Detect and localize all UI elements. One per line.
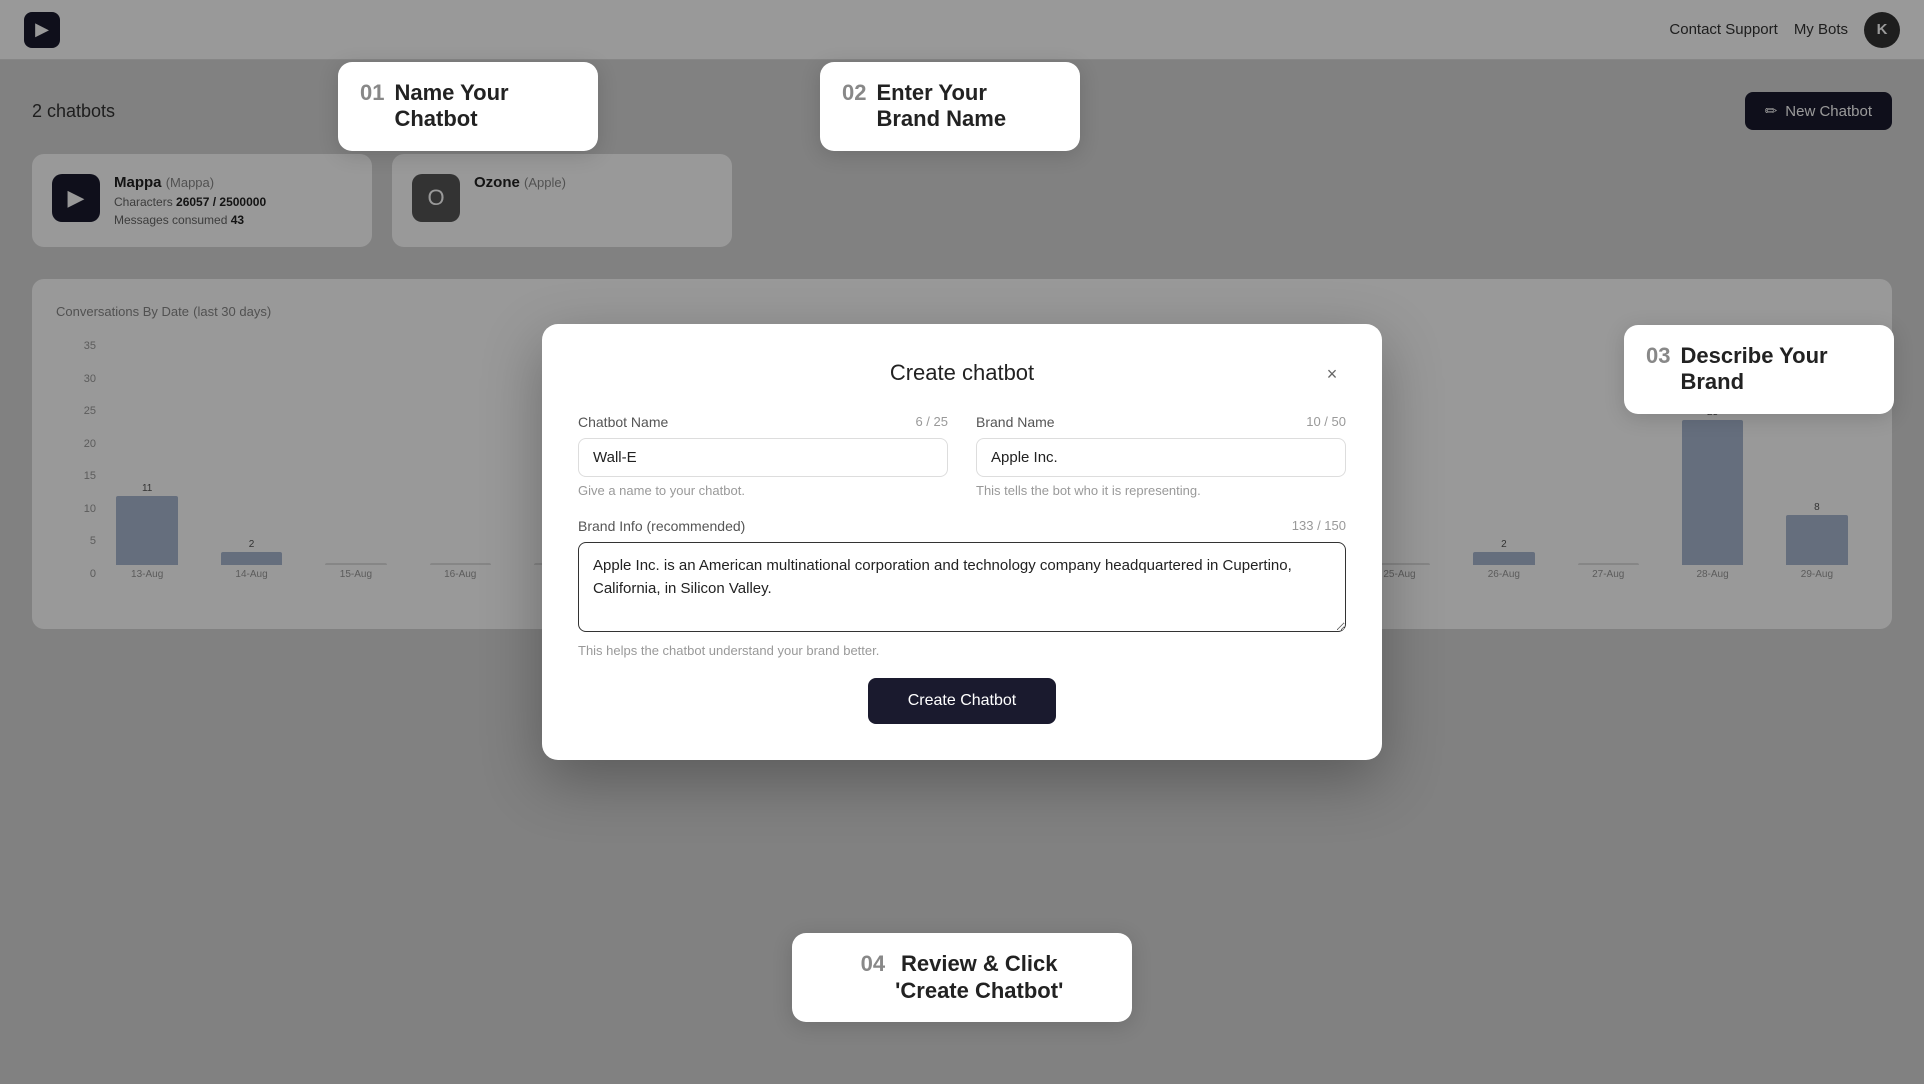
chatbot-name-field: Chatbot Name 6 / 25 Give a name to your … — [578, 414, 948, 498]
callout-02-text: Enter YourBrand Name — [876, 80, 1006, 133]
callout-01-inner: 01 Name YourChatbot — [360, 80, 576, 133]
callout-03-inner: 03 Describe YourBrand — [1646, 343, 1872, 396]
brand-info-textarea[interactable] — [578, 542, 1346, 632]
brand-name-hint: This tells the bot who it is representin… — [976, 483, 1346, 498]
brand-name-header: Brand Name 10 / 50 — [976, 414, 1346, 430]
callout-03-number: 03 — [1646, 343, 1670, 369]
create-chatbot-modal: Create chatbot × Chatbot Name 6 / 25 Giv… — [542, 324, 1382, 760]
callout-04-inner: 04 Review & Click'Create Chatbot' — [814, 951, 1110, 1004]
brand-name-label: Brand Name — [976, 414, 1055, 430]
callout-02: 02 Enter YourBrand Name — [820, 62, 1080, 151]
brand-info-field: Brand Info (recommended) 133 / 150 This … — [578, 518, 1346, 658]
brand-name-field: Brand Name 10 / 50 This tells the bot wh… — [976, 414, 1346, 498]
callout-01: 01 Name YourChatbot — [338, 62, 598, 151]
callout-02-number: 02 — [842, 80, 866, 106]
create-chatbot-button[interactable]: Create Chatbot — [868, 678, 1057, 724]
brand-info-hint: This helps the chatbot understand your b… — [578, 643, 1346, 658]
callout-04: 04 Review & Click'Create Chatbot' — [792, 933, 1132, 1022]
callout-02-inner: 02 Enter YourBrand Name — [842, 80, 1058, 133]
modal-title: Create chatbot — [890, 360, 1034, 386]
modal-name-brand-row: Chatbot Name 6 / 25 Give a name to your … — [578, 414, 1346, 498]
chatbot-name-hint: Give a name to your chatbot. — [578, 483, 948, 498]
callout-03-text: Describe YourBrand — [1680, 343, 1827, 396]
callout-04-text: Review & Click'Create Chatbot' — [895, 951, 1063, 1004]
chatbot-name-count: 6 / 25 — [915, 414, 948, 430]
brand-info-header: Brand Info (recommended) 133 / 150 — [578, 518, 1346, 534]
callout-01-text: Name YourChatbot — [394, 80, 508, 133]
modal-close-button[interactable]: × — [1318, 360, 1346, 388]
chatbot-name-label: Chatbot Name — [578, 414, 668, 430]
modal-header: Create chatbot × — [578, 360, 1346, 386]
brand-info-count: 133 / 150 — [1292, 518, 1346, 534]
callout-04-number: 04 — [861, 951, 885, 977]
modal-footer: Create Chatbot — [578, 678, 1346, 724]
brand-info-label: Brand Info (recommended) — [578, 518, 745, 534]
brand-name-input[interactable] — [976, 438, 1346, 477]
chatbot-name-header: Chatbot Name 6 / 25 — [578, 414, 948, 430]
chatbot-name-input[interactable] — [578, 438, 948, 477]
brand-name-count: 10 / 50 — [1306, 414, 1346, 430]
callout-03: 03 Describe YourBrand — [1624, 325, 1894, 414]
callout-01-number: 01 — [360, 80, 384, 106]
